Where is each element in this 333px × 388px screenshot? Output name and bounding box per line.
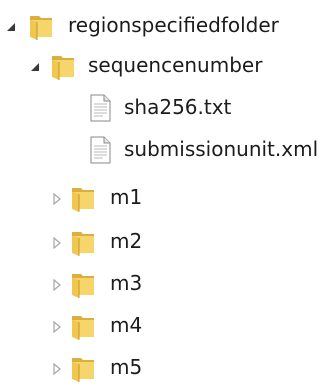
tree-item-regionspecifiedfolder[interactable]: regionspecifiedfolder	[0, 8, 333, 44]
tree-item-label: m1	[110, 185, 143, 209]
expanded-arrow-icon[interactable]	[4, 19, 18, 33]
tree-item-m1[interactable]: m1	[0, 180, 333, 216]
tree-item-sequencenumber[interactable]: sequencenumber	[0, 48, 333, 84]
tree-item-label: m2	[110, 229, 143, 253]
folder-icon	[68, 352, 100, 384]
collapsed-arrow-icon[interactable]	[50, 191, 64, 206]
tree-item-label: submissionunit.xml	[124, 137, 319, 161]
folder-icon	[68, 310, 100, 342]
tree-item-label: sha256.txt	[124, 95, 232, 119]
expanded-arrow-icon[interactable]	[28, 59, 42, 73]
tree-item-file[interactable]: submissionunit.xml	[0, 132, 333, 168]
tree-item-m3[interactable]: m3	[0, 266, 333, 302]
tree-item-m5[interactable]: m5	[0, 350, 333, 386]
collapsed-arrow-icon[interactable]	[50, 277, 64, 292]
folder-icon	[68, 182, 100, 214]
tree-item-label: m5	[110, 355, 143, 379]
tree-item-label: m4	[110, 313, 143, 337]
folder-icon	[48, 50, 80, 82]
tree-item-label: sequencenumber	[88, 53, 263, 77]
tree-item-m4[interactable]: m4	[0, 308, 333, 344]
tree-item-label: m3	[110, 271, 143, 295]
collapsed-arrow-icon[interactable]	[50, 361, 64, 376]
folder-icon	[26, 10, 58, 42]
collapsed-arrow-icon[interactable]	[50, 235, 64, 250]
folder-icon	[68, 268, 100, 300]
text-file-icon	[84, 134, 116, 166]
tree-item-label: regionspecifiedfolder	[68, 13, 279, 37]
folder-tree: regionspecifiedfolder sequencenumber sha…	[0, 0, 333, 382]
folder-icon	[68, 226, 100, 258]
collapsed-arrow-icon[interactable]	[50, 319, 64, 334]
text-file-icon	[84, 92, 116, 124]
tree-item-m2[interactable]: m2	[0, 224, 333, 260]
tree-item-file[interactable]: sha256.txt	[0, 90, 333, 126]
